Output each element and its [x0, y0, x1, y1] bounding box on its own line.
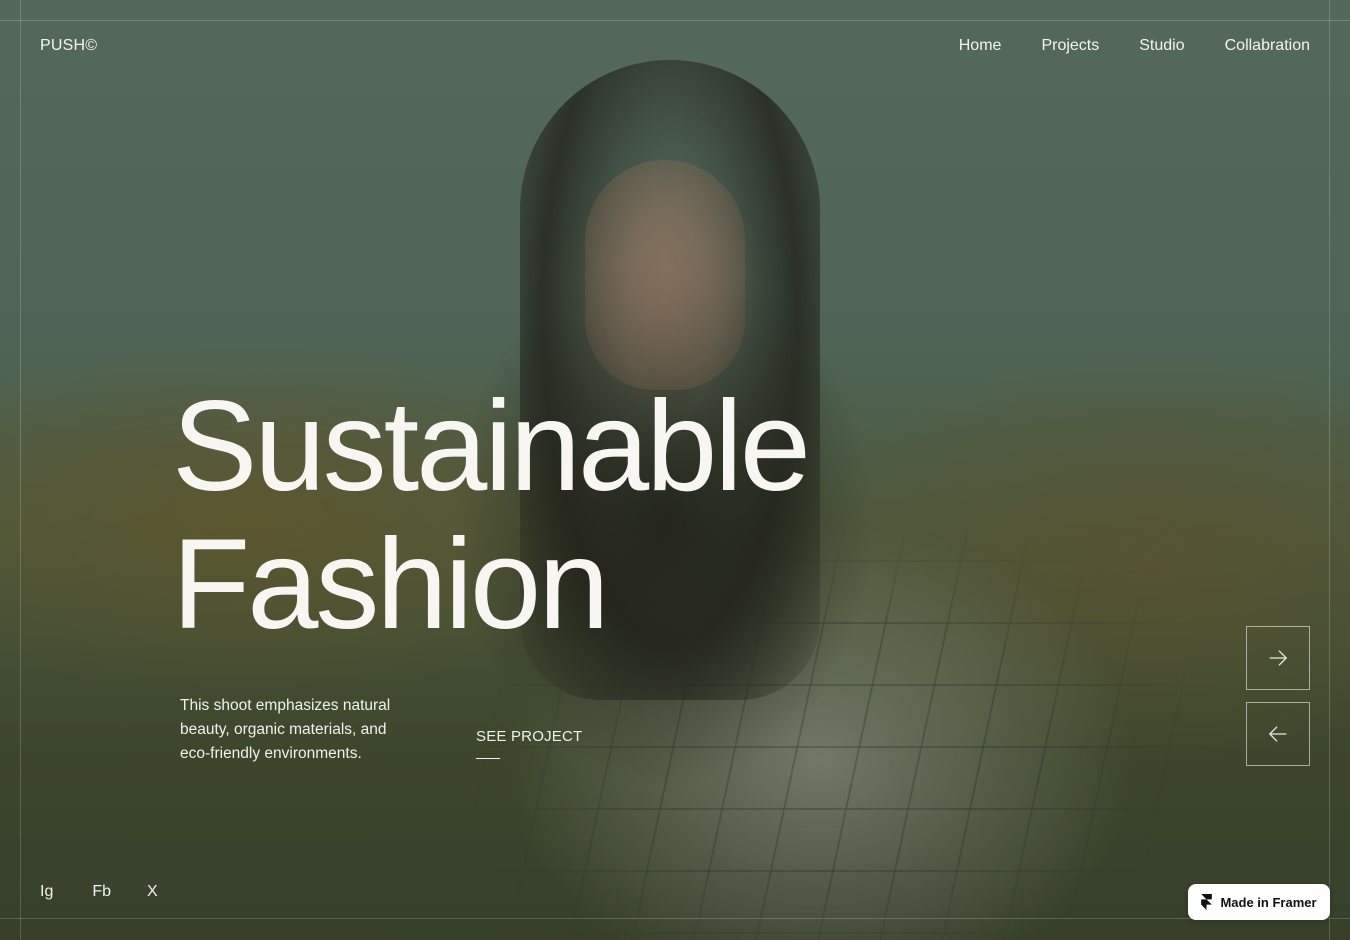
hero-headline-line2: Fashion [172, 513, 609, 656]
frame-line-top [0, 20, 1350, 21]
framer-logo-icon [1201, 894, 1213, 910]
nav-item-studio[interactable]: Studio [1139, 37, 1184, 55]
arrow-right-icon [1269, 650, 1288, 666]
hero-headline: Sustainable Fashion [172, 375, 811, 656]
arrow-left-icon [1268, 726, 1287, 742]
frame-line-right [1329, 0, 1330, 940]
nav-item-collabration[interactable]: Collabration [1225, 37, 1310, 55]
nav-item-home[interactable]: Home [959, 37, 1002, 55]
prev-slide-button[interactable] [1246, 702, 1310, 766]
frame-line-bottom [0, 918, 1350, 919]
see-project-underline [476, 758, 500, 759]
next-slide-button[interactable] [1246, 626, 1310, 690]
nav-item-projects[interactable]: Projects [1041, 37, 1099, 55]
made-in-framer-label: Made in Framer [1220, 894, 1317, 910]
frame-line-left [20, 0, 21, 940]
social-links: Ig Fb X [40, 883, 158, 901]
social-link-facebook[interactable]: Fb [92, 883, 111, 901]
hero-headline-line1: Sustainable [172, 375, 811, 518]
made-in-framer-badge[interactable]: Made in Framer [1188, 884, 1330, 920]
brand-logo[interactable]: PUSH© [40, 37, 97, 55]
main-nav: Home Projects Studio Collabration [959, 37, 1310, 55]
hero-description: This shoot emphasizes natural beauty, or… [180, 697, 391, 762]
social-link-x[interactable]: X [147, 883, 158, 901]
see-project-link[interactable]: SEE PROJECT [476, 728, 582, 745]
social-link-instagram[interactable]: Ig [40, 883, 53, 901]
